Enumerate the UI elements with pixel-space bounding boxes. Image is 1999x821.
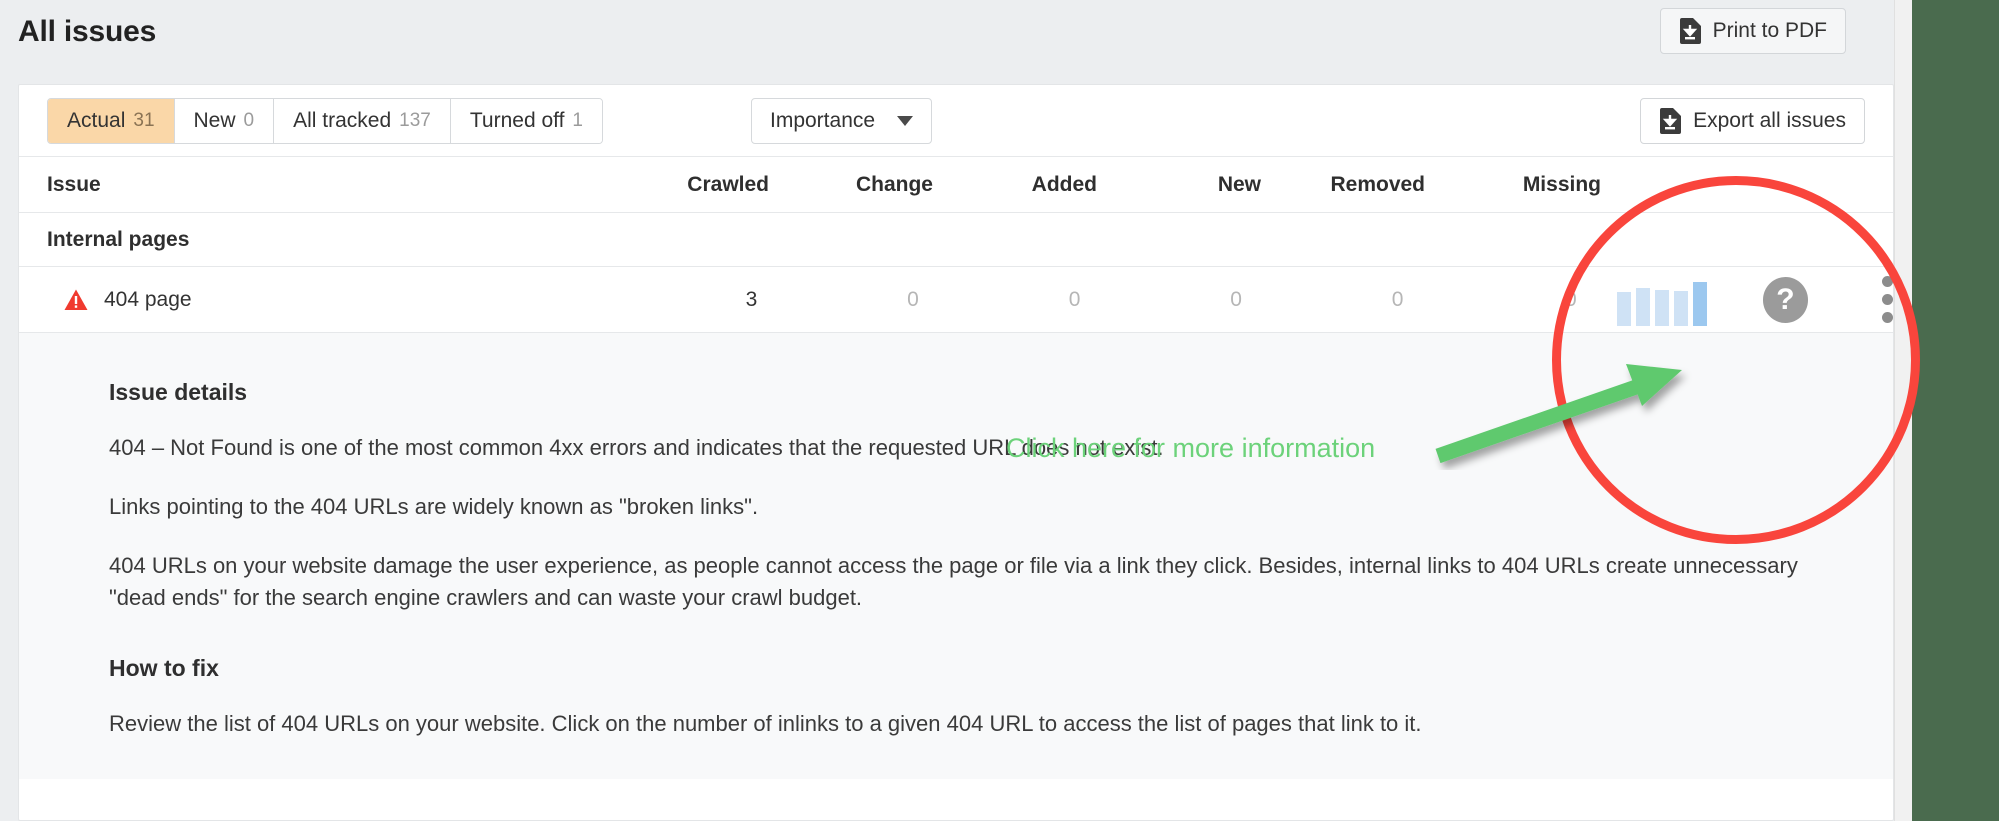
annotation-callout-text: Click here for more information xyxy=(1006,433,1375,464)
table-row[interactable]: 404 page 3 0 0 0 0 0 ? xyxy=(19,267,1893,333)
cell-change: 0 xyxy=(771,288,933,312)
sparkline-bar xyxy=(1617,292,1631,326)
kebab-dot xyxy=(1882,294,1893,305)
question-mark-icon[interactable]: ? xyxy=(1763,277,1808,323)
cell-crawled[interactable]: 3 xyxy=(610,288,772,312)
issue-details-heading: Issue details xyxy=(109,379,1803,406)
tab-turned-off-count: 1 xyxy=(572,110,583,132)
print-to-pdf-button[interactable]: Print to PDF xyxy=(1660,8,1846,54)
issue-name[interactable]: 404 page xyxy=(104,288,192,312)
tab-new[interactable]: New 0 xyxy=(175,99,275,143)
download-file-icon xyxy=(1679,18,1701,44)
sparkline-bar xyxy=(1655,290,1669,326)
column-header-change[interactable]: Change xyxy=(783,173,947,197)
tab-all-tracked-label: All tracked xyxy=(293,109,391,133)
sparkline-bar xyxy=(1636,288,1650,326)
column-header-new[interactable]: New xyxy=(1111,173,1275,197)
sparkline-bar xyxy=(1693,282,1707,326)
page-header: All issues Print to PDF xyxy=(0,0,1894,70)
how-to-fix-paragraph: Review the list of 404 URLs on your webs… xyxy=(109,708,1803,739)
column-header-removed[interactable]: Removed xyxy=(1275,173,1439,197)
cell-added: 0 xyxy=(933,288,1095,312)
tab-all-tracked-count: 137 xyxy=(399,110,431,132)
sparkline-bar xyxy=(1674,291,1688,326)
print-to-pdf-label: Print to PDF xyxy=(1713,19,1827,43)
column-header-issue[interactable]: Issue xyxy=(19,173,619,197)
cell-removed: 0 xyxy=(1256,288,1418,312)
cell-new: 0 xyxy=(1094,288,1256,312)
tab-turned-off-label: Turned off xyxy=(470,109,565,133)
export-all-issues-button[interactable]: Export all issues xyxy=(1640,98,1865,144)
how-to-fix-heading: How to fix xyxy=(109,655,1803,682)
screenshot-root: All issues Print to PDF Actual xyxy=(0,0,1999,821)
kebab-dot xyxy=(1882,312,1893,323)
tab-new-count: 0 xyxy=(244,110,255,132)
issues-toolbar: Actual 31 New 0 All tracked 137 Turned o… xyxy=(19,85,1893,157)
issues-card: Actual 31 New 0 All tracked 137 Turned o… xyxy=(18,84,1894,821)
importance-dropdown[interactable]: Importance xyxy=(751,98,932,144)
tab-actual[interactable]: Actual 31 xyxy=(48,99,175,143)
download-file-icon xyxy=(1659,108,1681,134)
vertical-scrollbar[interactable] xyxy=(1894,0,1912,821)
page-title: All issues xyxy=(18,15,156,49)
kebab-menu-icon[interactable] xyxy=(1882,276,1893,323)
issue-details-paragraph: 404 URLs on your website damage the user… xyxy=(109,550,1803,612)
column-header-missing[interactable]: Missing xyxy=(1439,173,1615,197)
tab-new-label: New xyxy=(194,109,236,133)
importance-dropdown-label: Importance xyxy=(770,109,875,133)
red-warning-triangle-icon xyxy=(64,289,88,311)
issue-details-paragraph: Links pointing to the 404 URLs are widel… xyxy=(109,491,1803,522)
table-header-row: Issue Crawled Change Added New Removed M… xyxy=(19,157,1893,213)
tab-turned-off[interactable]: Turned off 1 xyxy=(451,99,602,143)
group-label: Internal pages xyxy=(19,228,619,252)
sparkline-chart xyxy=(1617,274,1707,326)
issue-details-paragraph: 404 – Not Found is one of the most commo… xyxy=(109,432,1803,463)
column-header-crawled[interactable]: Crawled xyxy=(619,173,783,197)
group-row-internal-pages: Internal pages xyxy=(19,213,1893,267)
tab-all-tracked[interactable]: All tracked 137 xyxy=(274,99,451,143)
issue-filter-tabs: Actual 31 New 0 All tracked 137 Turned o… xyxy=(47,98,603,144)
desktop-background xyxy=(1912,0,1999,821)
tab-actual-count: 31 xyxy=(133,110,154,132)
page-canvas: All issues Print to PDF Actual xyxy=(0,0,1912,821)
kebab-dot xyxy=(1882,276,1893,287)
cell-missing: 0 xyxy=(1417,288,1590,312)
issue-details-panel: Issue details 404 – Not Found is one of … xyxy=(19,333,1893,779)
chevron-down-icon xyxy=(897,116,913,126)
column-header-added[interactable]: Added xyxy=(947,173,1111,197)
export-all-issues-label: Export all issues xyxy=(1693,109,1846,133)
issue-cell: 404 page xyxy=(19,288,610,312)
tab-actual-label: Actual xyxy=(67,109,125,133)
